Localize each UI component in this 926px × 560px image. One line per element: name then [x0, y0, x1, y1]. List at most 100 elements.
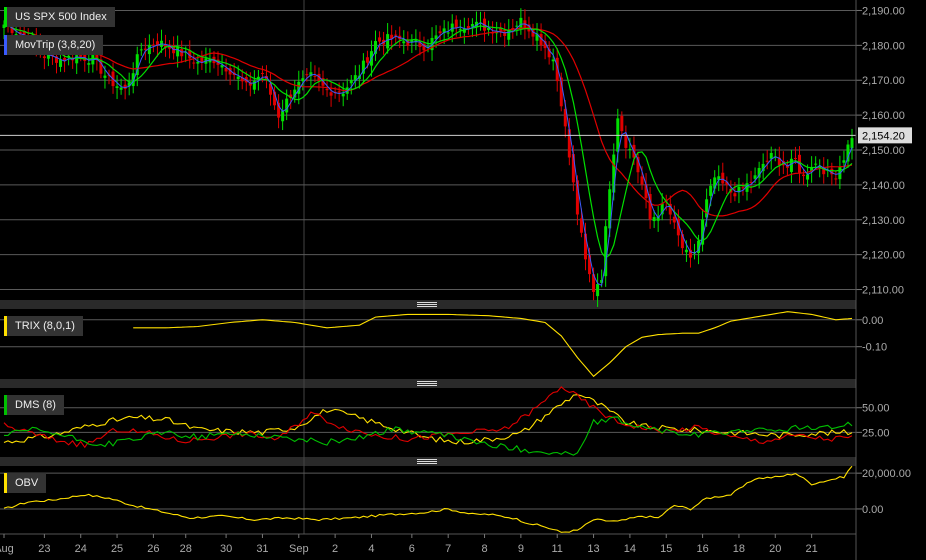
candle-body — [551, 59, 555, 62]
candle-body — [652, 217, 656, 222]
candle-body — [139, 49, 143, 51]
candle-body — [313, 75, 317, 77]
candle-body — [378, 37, 382, 42]
candle-body — [386, 34, 390, 49]
candle-body — [59, 59, 63, 67]
x-tick-label: 18 — [733, 543, 745, 555]
legend-obv[interactable]: OBV — [4, 473, 47, 493]
candle-body — [567, 129, 571, 158]
x-tick-label: 6 — [409, 543, 415, 555]
legend-dms-label: DMS (8) — [15, 399, 56, 411]
y-tick-label: -0.10 — [862, 342, 887, 354]
candle-body — [640, 176, 644, 185]
candle-body — [620, 115, 624, 132]
candle-body — [325, 89, 329, 91]
y-tick-label: 20,000.00 — [862, 468, 911, 480]
legend-price-label: US SPX 500 Index — [15, 11, 107, 23]
y-tick-label: 50.00 — [862, 403, 890, 415]
y-tick-label: 0.00 — [862, 315, 883, 327]
y-tick-label: 2,160.00 — [862, 110, 905, 122]
candle-body — [301, 78, 305, 82]
candle-body — [402, 41, 406, 44]
candle-body — [192, 62, 196, 64]
candle-body — [721, 172, 725, 184]
y-tick-label: 2,110.00 — [862, 285, 904, 297]
candle-body — [814, 163, 818, 165]
legend-trix[interactable]: TRIX (8,0,1) — [4, 316, 83, 336]
candle-body — [793, 158, 797, 160]
candle-body — [236, 76, 240, 79]
x-tick-label: 2 — [332, 543, 338, 555]
candle-body — [628, 148, 632, 150]
candle-body — [260, 72, 264, 74]
x-tick-label: 20 — [769, 543, 781, 555]
x-tick-label: 15 — [660, 543, 672, 555]
candle-body — [709, 185, 713, 196]
candle-body — [285, 98, 289, 113]
y-tick-label: 2,180.00 — [862, 40, 905, 52]
candle-body — [802, 174, 806, 177]
candle-body — [329, 92, 333, 96]
candle-body — [588, 255, 592, 275]
x-tick-label: Sep — [289, 543, 309, 555]
x-tick-label: Aug — [0, 543, 14, 555]
x-tick-label: 9 — [518, 543, 524, 555]
x-tick-label: 23 — [38, 543, 50, 555]
x-tick-label: 8 — [481, 543, 487, 555]
x-tick-label: 25 — [111, 543, 123, 555]
candle-body — [438, 31, 442, 34]
candle-body — [115, 86, 119, 89]
legend-dms[interactable]: DMS (8) — [4, 395, 64, 415]
last-price-label: 2,154.20 — [862, 130, 905, 142]
y-tick-label: 2,140.00 — [862, 180, 905, 192]
x-tick-label: 26 — [147, 543, 159, 555]
candle-body — [365, 57, 369, 63]
candle-body — [842, 160, 846, 163]
candle-body — [850, 138, 854, 149]
candle-body — [519, 17, 523, 29]
candle-body — [176, 46, 180, 57]
candle-body — [119, 87, 123, 90]
candle-body — [765, 160, 769, 162]
x-tick-label: 31 — [256, 543, 268, 555]
candle-body — [672, 216, 676, 223]
x-tick-label: 24 — [75, 543, 87, 555]
x-tick-label: 14 — [624, 543, 636, 555]
legend-movtrip[interactable]: MovTrip (3,8,20) — [4, 35, 104, 55]
candle-body — [806, 174, 810, 180]
candle-body — [741, 187, 745, 189]
y-tick-label: 2,130.00 — [862, 215, 905, 227]
x-tick-label: 30 — [220, 543, 232, 555]
candle-body — [75, 55, 79, 64]
candle-body — [596, 284, 600, 297]
x-tick-label: 7 — [445, 543, 451, 555]
y-tick-label: 0.00 — [862, 504, 883, 516]
candle-body — [103, 75, 107, 78]
candle-body — [450, 23, 454, 32]
candle-body — [305, 74, 309, 76]
candle-body — [337, 91, 341, 93]
chart-background — [0, 0, 926, 560]
x-tick-label: 16 — [696, 543, 708, 555]
candle-body — [769, 152, 773, 159]
y-tick-label: 2,120.00 — [862, 250, 905, 262]
x-tick-label: 13 — [587, 543, 599, 555]
candle-body — [180, 49, 184, 57]
candle-body — [446, 32, 450, 34]
candle-body — [733, 193, 737, 197]
x-tick-label: 4 — [368, 543, 374, 555]
candle-body — [349, 80, 353, 84]
candle-body — [87, 63, 91, 65]
candle-body — [151, 44, 155, 46]
legend-movtrip-label: MovTrip (3,8,20) — [15, 39, 96, 51]
legend-price[interactable]: US SPX 500 Index — [4, 7, 115, 27]
y-tick-label: 2,170.00 — [862, 75, 905, 87]
candle-body — [684, 249, 688, 253]
candle-body — [834, 178, 838, 180]
candle-body — [454, 19, 458, 28]
chart-canvas[interactable]: 2,110.00 2,120.00 2,130.00 2,140.00 2,150.00… — [0, 0, 926, 560]
y-tick-label: 2,150.00 — [862, 145, 905, 157]
legend-obv-label: OBV — [15, 477, 39, 489]
y-tick-label: 25.00 — [862, 427, 890, 439]
x-tick-label: 21 — [805, 543, 817, 555]
